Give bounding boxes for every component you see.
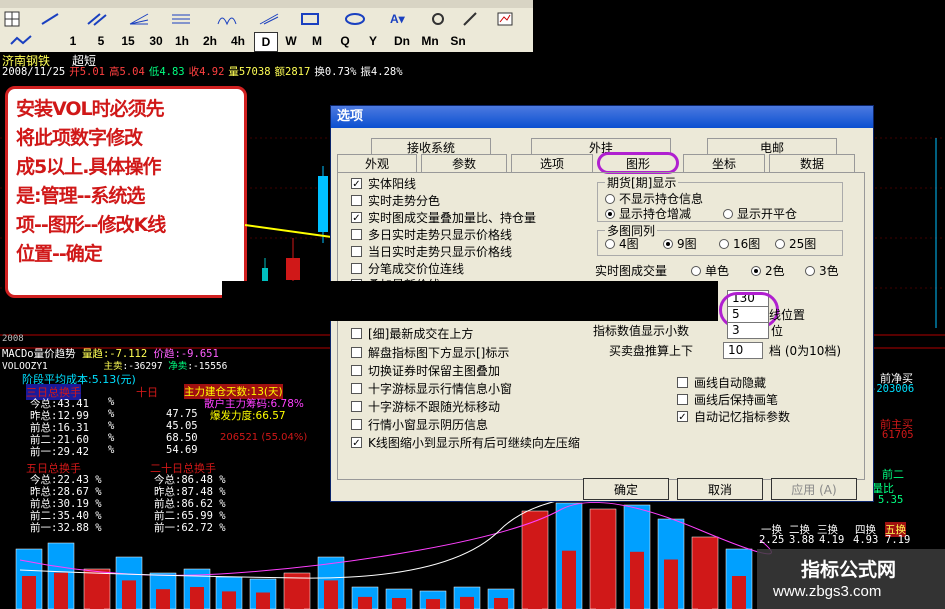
checkbox-box[interactable]: ✓ bbox=[351, 212, 362, 224]
radio-label: 显示开平仓 bbox=[737, 207, 798, 221]
radio-button[interactable] bbox=[605, 208, 615, 219]
radio-16-charts[interactable]: 16图 bbox=[719, 235, 760, 252]
decimal-input[interactable]: 3 bbox=[727, 322, 769, 339]
checkbox-label: 行情小窗显示阴历信息 bbox=[368, 418, 489, 432]
checkbox-box[interactable] bbox=[351, 195, 362, 206]
checkbox-label: 实时图成交量叠加量比、持仓量 bbox=[368, 211, 537, 225]
checkbox-box[interactable] bbox=[677, 377, 688, 388]
checkbox-box[interactable] bbox=[351, 246, 362, 257]
checkbox-auto-hide[interactable]: 画线自动隐藏 bbox=[677, 374, 766, 391]
kline-position-input[interactable]: 5 bbox=[727, 306, 769, 323]
dialog-title: 选项 bbox=[331, 106, 873, 128]
apply-button[interactable]: 应用 (A) bbox=[771, 478, 857, 500]
redaction-bar bbox=[222, 281, 718, 321]
checkbox-label: 分笔成交价位连线 bbox=[368, 262, 465, 276]
tab-params[interactable]: 参数 bbox=[421, 154, 507, 172]
radio-label: 3色 bbox=[819, 264, 839, 278]
radio-label: 2色 bbox=[765, 264, 785, 278]
radio-button[interactable] bbox=[605, 193, 615, 204]
volume-color-label: 实时图成交量 bbox=[595, 264, 668, 278]
radio-mono[interactable]: 单色 bbox=[691, 262, 729, 279]
checkbox-keep-pen[interactable]: 画线后保持画笔 bbox=[677, 391, 778, 408]
radio-button[interactable] bbox=[723, 208, 733, 219]
checkbox-label: 十字游标显示行情信息小窗 bbox=[368, 382, 513, 396]
radio-button[interactable] bbox=[775, 238, 785, 249]
radio-button[interactable] bbox=[719, 238, 729, 249]
decimal-unit: 位 bbox=[771, 324, 784, 338]
checkbox-label: K线图缩小到显示所有后可继续向左压缩 bbox=[368, 436, 580, 450]
checkbox-box[interactable] bbox=[351, 365, 362, 376]
radio-three-color[interactable]: 3色 bbox=[805, 262, 839, 279]
checkbox-today-price[interactable]: 当日实时走势只显示价格线 bbox=[351, 243, 512, 260]
radio-position-change[interactable]: 显示持仓增减 bbox=[605, 205, 691, 222]
checkbox-lunar[interactable]: 行情小窗显示阴历信息 bbox=[351, 416, 488, 433]
radio-9-charts[interactable]: 9图 bbox=[663, 235, 697, 252]
radio-label: 单色 bbox=[705, 264, 730, 278]
checkbox-keep-overlay[interactable]: 切换证券时保留主图叠加 bbox=[351, 362, 500, 379]
checkbox-label: 十字游标不跟随光标移动 bbox=[368, 400, 501, 414]
checkbox-box[interactable]: ✓ bbox=[351, 437, 362, 449]
checkbox-label: 切换证券时保留主图叠加 bbox=[368, 364, 501, 378]
radio-button[interactable] bbox=[663, 238, 673, 249]
checkbox-box[interactable] bbox=[351, 401, 362, 412]
checkbox-label: 多日实时走势只显示价格线 bbox=[368, 228, 513, 242]
radio-button[interactable] bbox=[805, 265, 815, 276]
tab-graphics[interactable]: 图形 bbox=[597, 152, 679, 174]
kline-position-label: 线位置 bbox=[769, 308, 806, 322]
radio-label: 25图 bbox=[789, 237, 817, 251]
checkbox-cursor-fixed[interactable]: 十字游标不跟随光标移动 bbox=[351, 398, 500, 415]
radio-label: 16图 bbox=[733, 237, 761, 251]
checkbox-solid-yang[interactable]: ✓ 实体阳线 bbox=[351, 175, 416, 192]
radio-4-charts[interactable]: 4图 bbox=[605, 235, 639, 252]
futures-group-title: 期货[期]显示 bbox=[605, 174, 679, 191]
checkbox-label: 自动记忆指标参数 bbox=[694, 410, 791, 424]
radio-open-close[interactable]: 显示开平仓 bbox=[723, 205, 797, 222]
checkbox-label: 实时走势分色 bbox=[368, 194, 441, 208]
depth-input[interactable]: 10 bbox=[723, 342, 763, 359]
checkbox-indicator-mark[interactable]: 解盘指标图下方显示[]标示 bbox=[351, 344, 509, 361]
tab-options[interactable]: 选项 bbox=[511, 154, 593, 172]
checkbox-box[interactable]: ✓ bbox=[351, 178, 362, 190]
checkbox-label: 实体阳线 bbox=[368, 177, 417, 191]
checkbox-box[interactable] bbox=[351, 229, 362, 240]
checkbox-label: 画线后保持画笔 bbox=[694, 393, 779, 407]
checkbox-cursor-window[interactable]: 十字游标显示行情信息小窗 bbox=[351, 380, 512, 397]
decimal-label: 指标数值显示小数 bbox=[593, 324, 690, 338]
checkbox-latest-on-top[interactable]: [细]最新成交在上方 bbox=[351, 325, 473, 342]
checkbox-label: 画线自动隐藏 bbox=[694, 376, 767, 390]
radio-button[interactable] bbox=[691, 265, 701, 276]
checkbox-box[interactable] bbox=[351, 347, 362, 358]
radio-label: 9图 bbox=[677, 237, 697, 251]
depth-label: 买卖盘推算上下 bbox=[609, 344, 694, 358]
tab-data[interactable]: 数据 bbox=[769, 154, 855, 172]
radio-label: 显示持仓增减 bbox=[619, 207, 692, 221]
checkbox-realtime-color[interactable]: 实时走势分色 bbox=[351, 192, 440, 209]
checkbox-box[interactable] bbox=[351, 383, 362, 394]
tab-appearance[interactable]: 外观 bbox=[337, 154, 417, 172]
checkbox-label: [细]最新成交在上方 bbox=[368, 327, 474, 341]
checkbox-box[interactable]: ✓ bbox=[677, 411, 688, 423]
radio-two-color[interactable]: 2色 bbox=[751, 262, 785, 279]
depth-unit: 档 (0为10档) bbox=[769, 344, 842, 358]
checkbox-box[interactable] bbox=[351, 419, 362, 430]
checkbox-kline-compress[interactable]: ✓ K线图缩小到显示所有后可继续向左压缩 bbox=[351, 434, 580, 451]
checkbox-volume-overlay[interactable]: ✓ 实时图成交量叠加量比、持仓量 bbox=[351, 209, 536, 226]
cancel-button[interactable]: 取消 bbox=[677, 478, 763, 500]
radio-label: 4图 bbox=[619, 237, 639, 251]
radio-25-charts[interactable]: 25图 bbox=[775, 235, 816, 252]
checkbox-label: 当日实时走势只显示价格线 bbox=[368, 245, 513, 259]
ok-button[interactable]: 确定 bbox=[583, 478, 669, 500]
checkbox-label: 解盘指标图下方显示[]标示 bbox=[368, 346, 510, 360]
checkbox-multiday-price[interactable]: 多日实时走势只显示价格线 bbox=[351, 226, 512, 243]
radio-button[interactable] bbox=[751, 265, 761, 276]
checkbox-box[interactable] bbox=[351, 263, 362, 274]
tab-axis[interactable]: 坐标 bbox=[683, 154, 765, 172]
checkbox-box[interactable] bbox=[677, 394, 688, 405]
radio-button[interactable] bbox=[605, 238, 615, 249]
checkbox-remember-params[interactable]: ✓ 自动记忆指标参数 bbox=[677, 408, 790, 425]
checkbox-tick-line[interactable]: 分笔成交价位连线 bbox=[351, 260, 464, 277]
checkbox-box[interactable] bbox=[351, 328, 362, 339]
